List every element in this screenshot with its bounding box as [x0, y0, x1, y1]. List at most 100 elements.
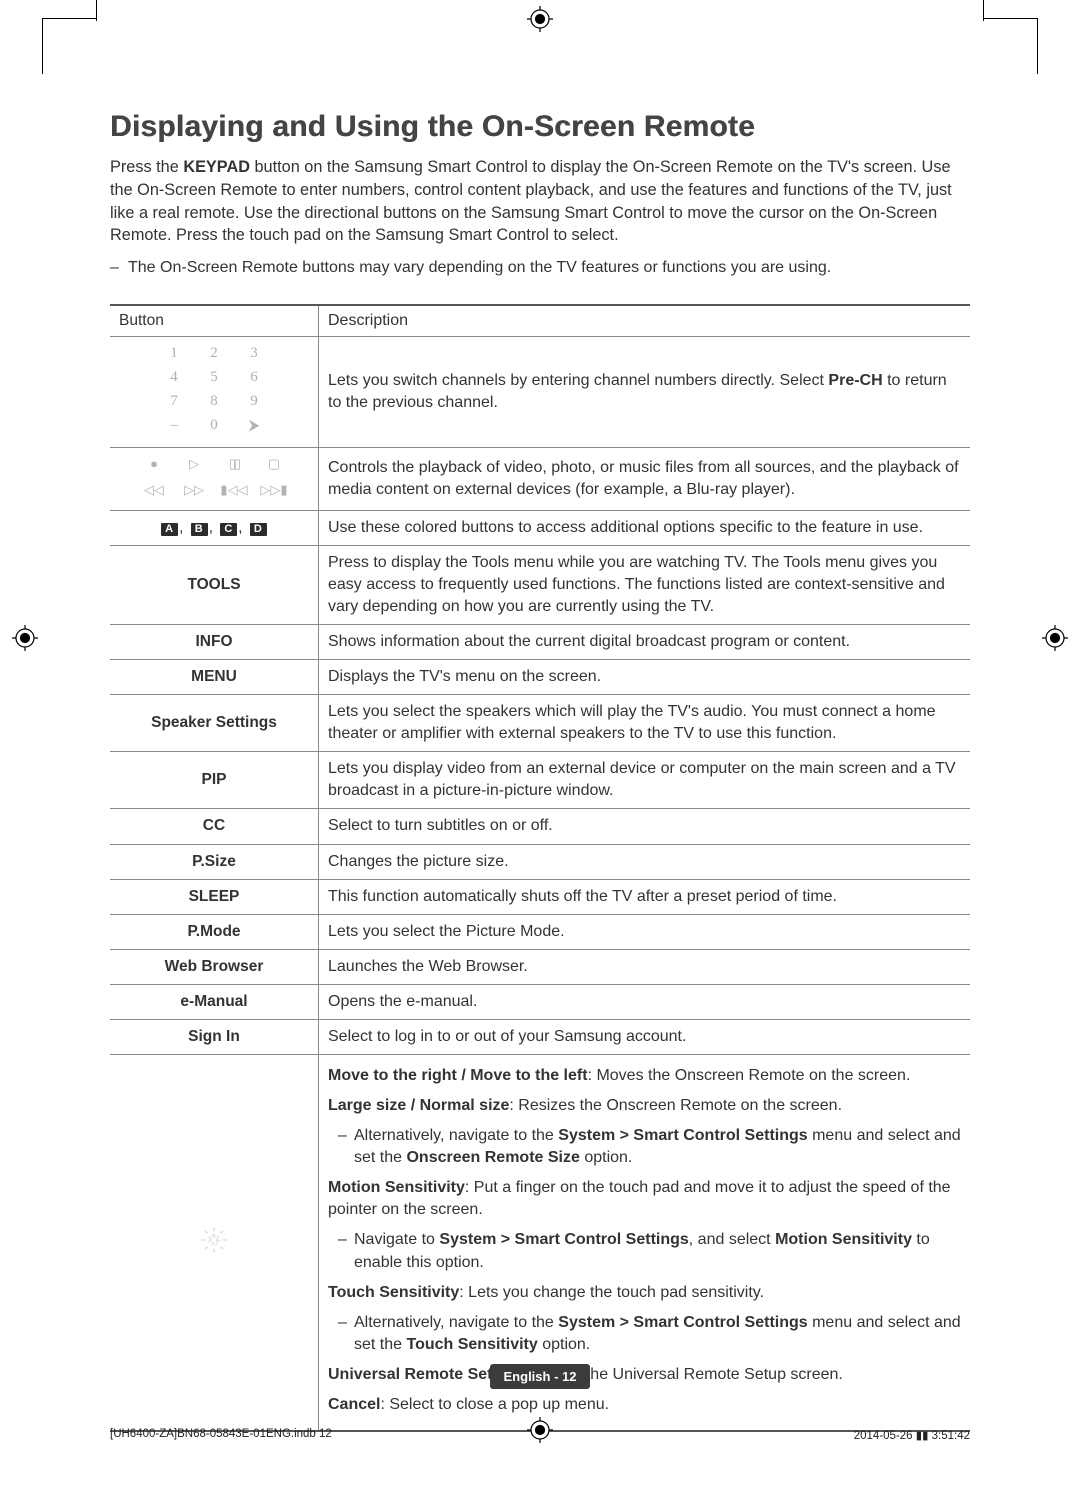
crop-mark — [983, 0, 984, 21]
gear-move-label: Move to the right / Move to the left — [328, 1067, 588, 1084]
page-footer: English - 12 — [0, 1364, 1080, 1389]
color-c-icon: C — [220, 523, 237, 536]
manual-page: Displaying and Using the On-Screen Remot… — [0, 0, 1080, 1494]
record-icon: ● — [150, 456, 158, 476]
row-playback: ● ▷ ▯▯ ▢ ◁◁ ▷▷ ▮◁◁ ▷▷▮ Controls the play… — [110, 447, 970, 510]
gear-move-text: : Moves the Onscreen Remote on the scree… — [588, 1067, 911, 1084]
intro-note-item: The On-Screen Remote buttons may vary de… — [128, 257, 970, 279]
keypad-key: 3 — [250, 345, 258, 367]
keypad-grid-icon: 1 2 3 4 5 6 7 8 9 – 0 ⮞ — [158, 345, 270, 439]
txt: option. — [538, 1336, 590, 1353]
option-bold: Touch Sensitivity — [406, 1336, 537, 1353]
gear-cancel-label: Cancel — [328, 1396, 380, 1413]
intro-keypad-bold: KEYPAD — [183, 158, 250, 176]
desc-sleep: This function automatically shuts off th… — [319, 879, 971, 914]
keypad-key: 7 — [170, 393, 178, 415]
keypad-key: 1 — [170, 345, 178, 367]
intro-note-list: The On-Screen Remote buttons may vary de… — [110, 257, 970, 279]
keypad-key: ⮞ — [249, 417, 260, 439]
desc-cc: Select to turn subtitles on or off. — [319, 809, 971, 844]
keypad-key: 4 — [170, 369, 178, 391]
desc-pmode: Lets you select the Picture Mode. — [319, 914, 971, 949]
header-button: Button — [110, 305, 319, 337]
gear-size-sub: Alternatively, navigate to the System > … — [354, 1125, 961, 1169]
row-signin: Sign In Select to log in to or out of yo… — [110, 1019, 970, 1054]
row-tools: TOOLS Press to display the Tools menu wh… — [110, 545, 970, 624]
gear-icon — [199, 1225, 229, 1255]
row-keypad: 1 2 3 4 5 6 7 8 9 – 0 ⮞ Lets you switch … — [110, 336, 970, 447]
cell-playback-button: ● ▷ ▯▯ ▢ ◁◁ ▷▷ ▮◁◁ ▷▷▮ — [110, 447, 319, 510]
option-bold: Onscreen Remote Size — [406, 1149, 579, 1166]
keypad-key: 0 — [210, 417, 218, 439]
row-info: INFO Shows information about the current… — [110, 624, 970, 659]
crop-mark — [1037, 18, 1038, 74]
color-b-icon: B — [191, 523, 208, 536]
gear-touch-sub: Alternatively, navigate to the System > … — [354, 1312, 961, 1356]
header-description: Description — [319, 305, 971, 337]
intro-text-pre: Press the — [110, 158, 183, 176]
keypad-key: 5 — [210, 369, 218, 391]
keypad-key: 6 — [250, 369, 258, 391]
label-cc: CC — [110, 809, 319, 844]
pause-icon: ▯▯ — [229, 456, 239, 476]
cell-playback-desc: Controls the playback of video, photo, o… — [319, 447, 971, 510]
txt: , and select — [689, 1231, 775, 1248]
registration-mark-left — [12, 625, 38, 656]
play-icon: ▷ — [189, 456, 199, 476]
button-description-table: Button Description 1 2 3 4 5 6 7 8 9 – 0… — [110, 304, 970, 1432]
gear-size-label: Large size / Normal size — [328, 1097, 509, 1114]
row-cc: CC Select to turn subtitles on or off. — [110, 809, 970, 844]
label-emanual: e-Manual — [110, 984, 319, 1019]
txt: option. — [580, 1149, 632, 1166]
cell-keypad-button: 1 2 3 4 5 6 7 8 9 – 0 ⮞ — [110, 336, 319, 447]
color-d-icon: D — [250, 523, 267, 536]
document-filename: [UH6400-ZA]BN68-05843E-01ENG.indb 12 — [110, 1428, 332, 1442]
label-info: INFO — [110, 624, 319, 659]
keypad-desc-pre: Lets you switch channels by entering cha… — [328, 372, 828, 389]
gear-size-text: : Resizes the Onscreen Remote on the scr… — [509, 1097, 842, 1114]
row-emanual: e-Manual Opens the e-manual. — [110, 984, 970, 1019]
label-menu: MENU — [110, 660, 319, 695]
skip-forward-icon: ▷▷▮ — [260, 482, 287, 502]
desc-emanual: Opens the e-manual. — [319, 984, 971, 1019]
keypad-key: 2 — [210, 345, 218, 367]
document-footer: [UH6400-ZA]BN68-05843E-01ENG.indb 12 201… — [110, 1428, 970, 1442]
intro-paragraph: Press the KEYPAD button on the Samsung S… — [110, 156, 970, 247]
desc-info: Shows information about the current digi… — [319, 624, 971, 659]
desc-speaker: Lets you select the speakers which will … — [319, 695, 971, 752]
cell-color-desc: Use these colored buttons to access addi… — [319, 510, 971, 545]
gear-touch-label: Touch Sensitivity — [328, 1284, 459, 1301]
desc-psize: Changes the picture size. — [319, 844, 971, 879]
row-psize: P.Size Changes the picture size. — [110, 844, 970, 879]
path-bold: System > Smart Control Settings — [558, 1127, 807, 1144]
label-sleep: SLEEP — [110, 879, 319, 914]
keypad-key: – — [170, 417, 178, 439]
desc-web: Launches the Web Browser. — [319, 949, 971, 984]
desc-signin: Select to log in to or out of your Samsu… — [319, 1019, 971, 1054]
crop-mark — [96, 0, 97, 21]
txt: Alternatively, navigate to the — [354, 1314, 558, 1331]
color-a-icon: A — [161, 523, 178, 536]
skip-back-icon: ▮◁◁ — [220, 482, 247, 502]
gear-cancel-text: : Select to close a pop up menu. — [380, 1396, 609, 1413]
keypad-key: 9 — [250, 393, 258, 415]
label-signin: Sign In — [110, 1019, 319, 1054]
txt: Navigate to — [354, 1231, 439, 1248]
fast-forward-icon: ▷▷ — [184, 482, 204, 502]
label-web: Web Browser — [110, 949, 319, 984]
page-number-badge: English - 12 — [490, 1364, 591, 1389]
crop-mark — [984, 18, 1038, 19]
gear-motion-sub: Navigate to System > Smart Control Setti… — [354, 1229, 961, 1273]
row-menu: MENU Displays the TV's menu on the scree… — [110, 660, 970, 695]
crop-mark — [42, 18, 96, 19]
row-pmode: P.Mode Lets you select the Picture Mode. — [110, 914, 970, 949]
row-speaker-settings: Speaker Settings Lets you select the spe… — [110, 695, 970, 752]
desc-pip: Lets you display video from an external … — [319, 752, 971, 809]
label-pmode: P.Mode — [110, 914, 319, 949]
row-web-browser: Web Browser Launches the Web Browser. — [110, 949, 970, 984]
keypad-desc-bold: Pre-CH — [828, 372, 882, 389]
row-sleep: SLEEP This function automatically shuts … — [110, 879, 970, 914]
cell-keypad-desc: Lets you switch channels by entering cha… — [319, 336, 971, 447]
desc-tools: Press to display the Tools menu while yo… — [319, 545, 971, 624]
registration-mark-top — [527, 6, 553, 37]
